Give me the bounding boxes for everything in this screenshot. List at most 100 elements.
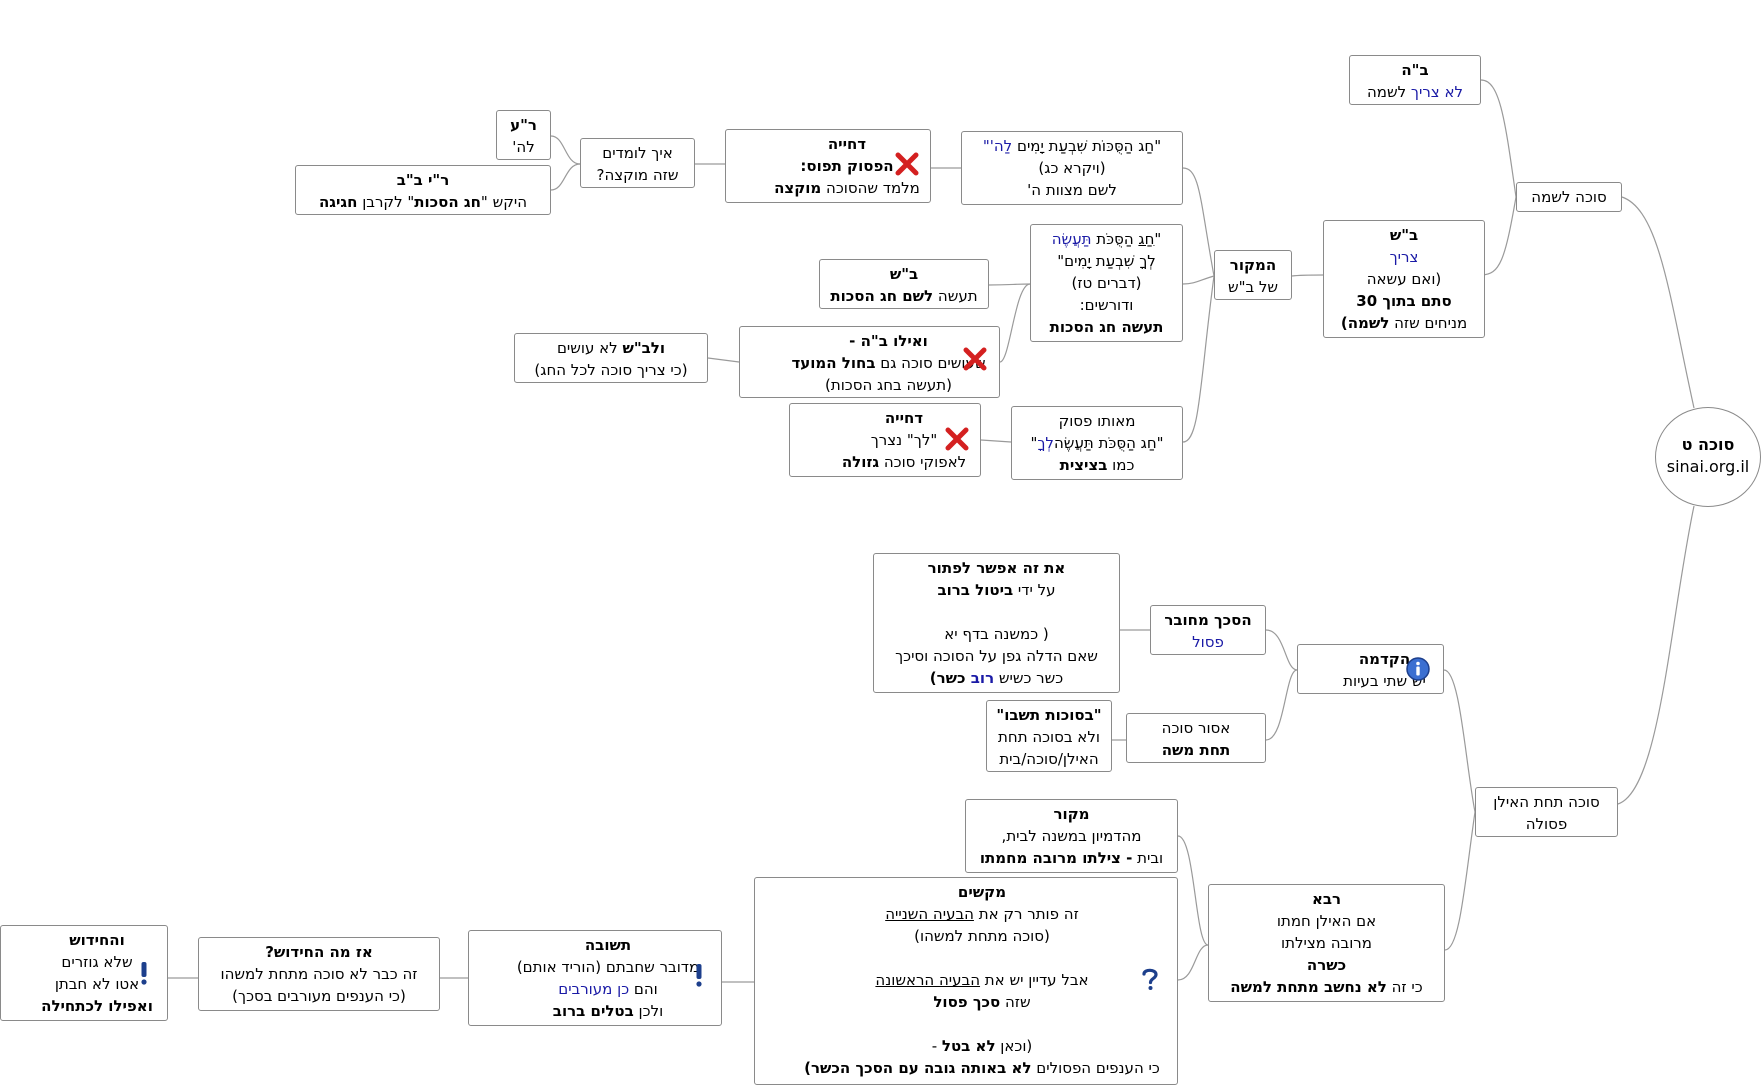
ryb-l2d: חגיגה (319, 193, 358, 211)
asur-l2: תחת משה (1161, 741, 1231, 759)
node-makshim[interactable]: מקשים זה פותר רק את הבעיה השנייה (סוכה מ… (754, 877, 1178, 1085)
cross-icon (895, 152, 919, 176)
ryb-l2c: " לקרבן (357, 193, 415, 211)
ti-l2: פסולה (1525, 815, 1568, 833)
d2-l3b: גזולה (841, 453, 880, 471)
node-rabbi-akiva[interactable]: ר"ע לה' (496, 110, 551, 160)
vh-l1: והחידוש (69, 931, 125, 949)
node-lishma-label: סוכה לשמה (1531, 188, 1607, 206)
ez-l6b: רוב (970, 669, 995, 687)
node-teshuva[interactable]: תשובה מדובר שחבתם (הוריד אותם) והם כן מע… (468, 930, 722, 1026)
vh-l4: ואפילו לכתחילה (41, 997, 153, 1015)
ryb-l1: ר"י ב"ב (396, 171, 450, 189)
ms-l8a: (וכאן (995, 1037, 1033, 1055)
ms-l8b: לא בטל (941, 1037, 996, 1055)
cross-icon (963, 347, 987, 371)
velabs-l1a: ולב"ש (622, 339, 666, 357)
mk-l3a: ובית (1132, 849, 1164, 867)
ez-l4: ( כמשנה בדף יא (944, 625, 1049, 643)
bs-l5b: לשמה) (1340, 314, 1390, 332)
tsh-l4a: ולכן (633, 1002, 664, 1020)
p2-l3: (דברים טז) (1071, 274, 1142, 292)
d1-l3a: מלמד שהסוכה (821, 179, 920, 197)
p2-l1d: תַּעֲשֶׂה (1051, 230, 1092, 248)
node-pasuk-devarim[interactable]: "חַג הַסֻּכֹּת תַּעֲשֶׂה לְךָ שִׁבְעַת י… (1030, 224, 1183, 342)
node-az-ma[interactable]: אז מה החידוש? זה כבר לא סוכה מתחת למשהו … (198, 937, 440, 1011)
rava-l5b: לא נחשב מתחת למשה (1230, 978, 1387, 996)
node-velabs[interactable]: ולב"ש לא עושים (כי צריך סוכה לכל החג) (514, 333, 708, 383)
p1-l1b: לַה'" (982, 137, 1013, 155)
ez-l6a: כשר כשיש (994, 669, 1064, 687)
cross-icon (945, 427, 969, 451)
node-et-ze[interactable]: את זה אפשר לפתור על ידי ביטול ברוב ( כמש… (873, 553, 1120, 693)
p1-l3: לשם מצוות ה' (1027, 181, 1117, 199)
vailu-l3: (תעשה בחג הסכות) (825, 376, 952, 394)
hamakor-l1: המקור (1229, 256, 1277, 274)
bh-w1: לא צריך (1410, 83, 1464, 101)
node-bs-leshem[interactable]: ב"ש תעשה לשם חג הסכות (819, 259, 989, 309)
p2-l5: תעשה חג הסכות (1049, 318, 1164, 336)
meoto-l2b: לְךָ (1037, 434, 1054, 452)
az-l1: אז מה החידוש? (265, 943, 373, 961)
mk-l3b: - צילתו מרובה מחמתו (979, 849, 1133, 867)
node-vailu-bh[interactable]: ואילו ב"ה - שעושים סוכה גם בחול המועד (ת… (739, 326, 1000, 398)
asur-l1: אסור סוכה (1161, 719, 1231, 737)
az-l3: (כי הענפים מעורבים בסכך) (232, 987, 406, 1005)
node-asur[interactable]: אסור סוכה תחת משה (1126, 713, 1266, 763)
ryb-l2a: היקש " (480, 193, 527, 211)
bs-l3: (ואם עשאה (1366, 270, 1442, 288)
node-meoto-pasuk[interactable]: מאותו פסוק "חַג הַסֻּכֹּת תַּעֲשֶׂהלְךָ"… (1011, 406, 1183, 480)
ra-l1: ר"ע (510, 116, 537, 134)
mk-l2: מהדמיון במשנה לבית, (1001, 827, 1142, 845)
ez-l6c: כשר) (929, 669, 971, 687)
meoto-l2a: "חַג הַסֻּכֹּת תַּעֲשֶׂה (1053, 434, 1164, 452)
bh-w2: לשמה (1366, 83, 1411, 101)
node-hamakor[interactable]: המקור של ב"ש (1214, 250, 1292, 300)
node-beit-shammai[interactable]: ב"ש צריך (ואם עשאה סתם בתוך 30 מניחים שז… (1323, 220, 1485, 338)
bs2-l2b: לשם חג הסכות (830, 287, 934, 305)
node-beit-hillel[interactable]: ב"ה לא צריך לשמה (1349, 55, 1481, 105)
node-basukot[interactable]: "בסוכות תשבו" ולא בסוכה תחת האילן/סוכה/ב… (986, 700, 1112, 772)
exclamation-icon (696, 964, 702, 987)
node-lishma[interactable]: סוכה לשמה (1516, 182, 1622, 212)
node-pasuk-vayikra[interactable]: "חַג הַסֻּכּוֹת שִׁבְעַת יָמִים לַה'" (ו… (961, 131, 1183, 205)
bs2-l1: ב"ש (889, 265, 919, 283)
p1-l1a: "חַג הַסֻּכּוֹת שִׁבְעַת יָמִים (1012, 137, 1162, 155)
root-site: sinai.org.il (1666, 457, 1750, 476)
ms-l9b: לא באותה גובה עם הסכך הכשר) (804, 1059, 1032, 1077)
vailu-l1: ואילו ב"ה - (849, 332, 928, 350)
bsk-l3: האילן/סוכה/בית (999, 750, 1099, 768)
bs-title: ב"ש (1389, 226, 1419, 244)
info-icon (1406, 657, 1430, 681)
node-eich-lomdim[interactable]: איך לומדים שזה מוקצה? (580, 138, 695, 188)
root-node[interactable]: סוכה ט sinai.org.il (1655, 407, 1761, 507)
p2-l2: לְךָ שִׁבְעַת יָמִים" (1057, 252, 1156, 270)
node-tachat-ilan[interactable]: סוכה תחת האילן פסולה (1475, 787, 1618, 837)
eich-l1: איך לומדים (602, 144, 673, 162)
hs-l2: פסול (1192, 633, 1224, 651)
node-ryb[interactable]: ר"י ב"ב היקש "חג הסכות" לקרבן חגיגה (295, 165, 551, 215)
ryb-l2b: חג הסכות (414, 193, 481, 211)
bsk-l2: ולא בסוכה תחת (998, 728, 1100, 746)
ms-l3: (סוכה מתחת למשהו) (914, 927, 1050, 945)
ms-l2b: הבעיה השנייה (885, 905, 974, 923)
bs-l5a: מניחים שזה (1389, 314, 1468, 332)
meoto-l3b: בציצית (1059, 456, 1108, 474)
node-rava[interactable]: רבא אם האילן חמתו מרובה מצילתו כשרה כי ז… (1208, 884, 1445, 1002)
hamakor-l2: של ב"ש (1227, 278, 1279, 296)
az-l2: זה כבר לא סוכה מתחת למשהו (220, 965, 418, 983)
node-makor-bayit[interactable]: מקור מהדמיון במשנה לבית, ובית - צילתו מר… (965, 799, 1178, 873)
d2-l3a: לאפוקי סוכה (879, 453, 967, 471)
bsk-l1: "בסוכות תשבו" (996, 706, 1102, 724)
ez-l2a: על ידי (1013, 581, 1056, 599)
p2-l1c: הַסֻּכֹּת (1091, 230, 1139, 248)
node-hasechach[interactable]: הסכך מחובר פסול (1150, 605, 1266, 655)
root-title: סוכה ט (1681, 435, 1735, 454)
p2-l1a: " (1154, 230, 1162, 248)
tsh-l3b: כן מעורבים (558, 980, 630, 998)
vailu-l2b: בחול המועד (791, 354, 876, 372)
ms-l2a: זה פותר רק את (973, 905, 1079, 923)
ez-l2b: ביטול ברוב (937, 581, 1014, 599)
tsh-l4b: בטלים ברוב (552, 1002, 634, 1020)
ti-l1: סוכה תחת האילן (1493, 793, 1600, 811)
